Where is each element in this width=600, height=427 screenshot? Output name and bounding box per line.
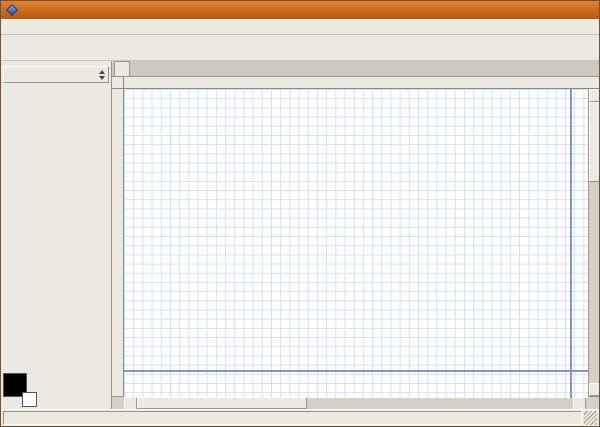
sheet-selector[interactable] [3, 66, 109, 83]
app-window [0, 0, 600, 427]
hscroll-right-corner [586, 397, 599, 409]
menu-bar [1, 19, 599, 35]
tab-bar [112, 61, 599, 77]
horizontal-ruler [124, 77, 588, 89]
vertical-scrollbar[interactable] [588, 89, 600, 396]
sheet-selector-arrows[interactable] [99, 70, 108, 80]
ruler-corner [112, 77, 124, 89]
toolbar [1, 35, 599, 61]
status-frame [3, 411, 582, 425]
scroll-up-button[interactable] [589, 89, 600, 102]
ruler-fill [588, 77, 599, 89]
vertical-ruler [112, 89, 124, 396]
status-bar [1, 409, 599, 426]
vertical-scroll-track[interactable] [589, 102, 600, 383]
main-area [1, 61, 599, 409]
toolbox-bottom [3, 373, 109, 407]
canvas-row [112, 89, 599, 396]
ruler-row [112, 77, 599, 89]
app-icon [6, 4, 18, 16]
diagram-canvas[interactable] [124, 89, 588, 398]
hscroll-left-corner [112, 397, 124, 409]
resize-grip[interactable] [584, 411, 597, 425]
horizontal-scroll-thumb[interactable] [137, 397, 307, 409]
scroll-down-button[interactable] [589, 383, 600, 396]
toolbox-panel [1, 61, 112, 409]
title-bar[interactable] [1, 1, 599, 19]
horizontal-scroll-track[interactable] [137, 397, 573, 409]
line-width-selector [41, 373, 109, 407]
horizontal-scrollbar[interactable] [112, 396, 599, 409]
color-swatch[interactable] [3, 373, 37, 407]
diagram-tab[interactable] [114, 61, 130, 76]
connection-lines [124, 89, 588, 398]
canvas-area [112, 61, 599, 409]
vertical-scroll-thumb[interactable] [589, 102, 600, 182]
background-color-swatch[interactable] [22, 392, 37, 407]
spin-down-icon[interactable] [99, 76, 105, 80]
spin-up-icon[interactable] [99, 70, 105, 74]
